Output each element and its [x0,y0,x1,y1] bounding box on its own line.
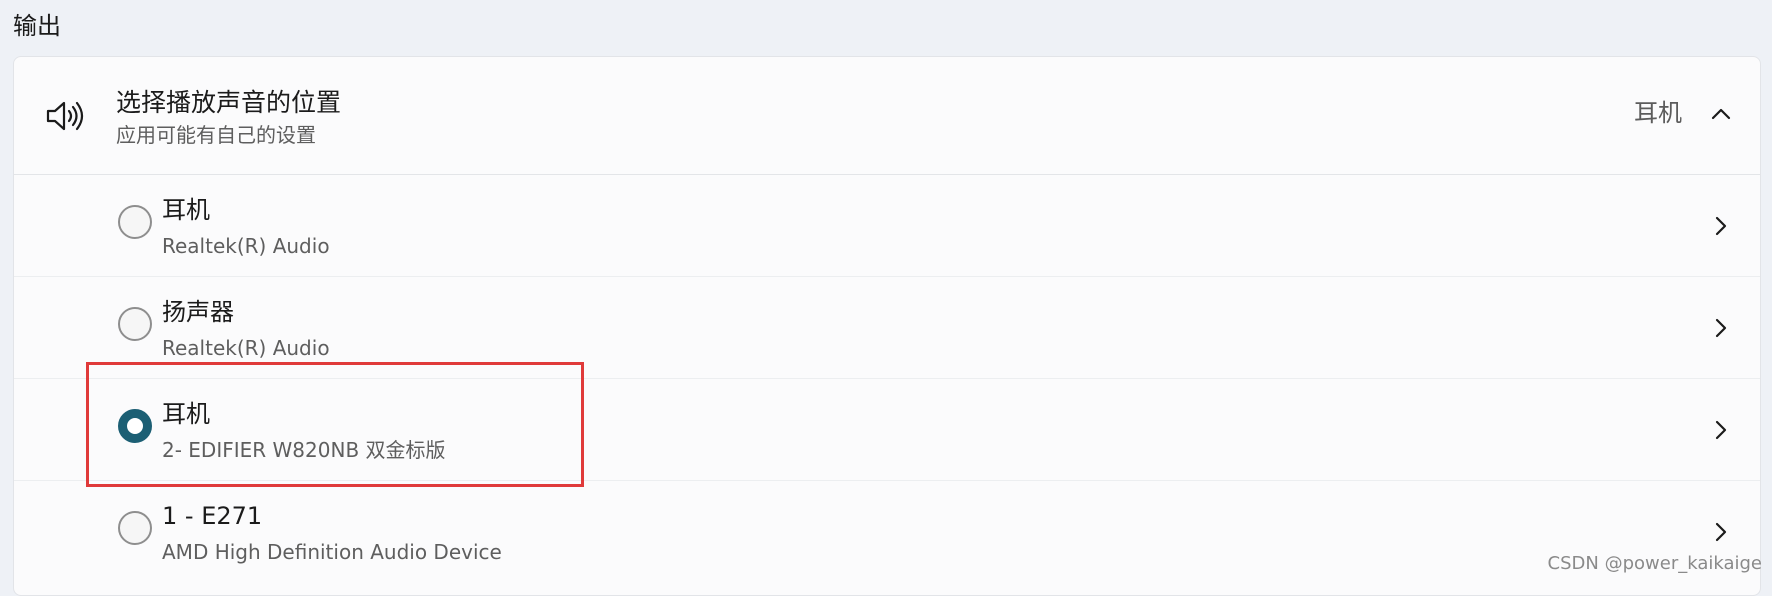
device-radio-button[interactable] [118,307,152,341]
section-title: 输出 [13,12,61,40]
device-row-selected[interactable]: 耳机 2- EDIFIER W820NB 双金标版 [14,379,1760,481]
device-detail: 2- EDIFIER W820NB 双金标版 [162,438,446,462]
speaker-icon [46,101,84,131]
device-radio-button-selected[interactable] [118,409,152,443]
watermark: CSDN @power_kaikaige [1547,553,1762,574]
output-settings-card: 选择播放声音的位置 应用可能有自己的设置 耳机 耳机 Realtek(R) Au… [13,56,1761,596]
output-device-selector-header[interactable]: 选择播放声音的位置 应用可能有自己的设置 耳机 [14,57,1760,175]
device-name: 耳机 [162,196,210,224]
chevron-right-icon[interactable] [1712,213,1730,239]
device-row[interactable]: 耳机 Realtek(R) Audio [14,175,1760,277]
device-detail: Realtek(R) Audio [162,336,330,360]
current-output-device: 耳机 [1634,99,1682,127]
device-radio-button[interactable] [118,511,152,545]
device-name: 扬声器 [162,298,234,326]
device-detail: Realtek(R) Audio [162,234,330,258]
output-card-title: 选择播放声音的位置 [116,88,342,117]
device-detail: AMD High Definition Audio Device [162,540,502,564]
output-card-subtitle: 应用可能有自己的设置 [116,123,316,147]
device-row[interactable]: 1 - E271 AMD High Definition Audio Devic… [14,481,1760,583]
device-name: 1 - E271 [162,502,263,530]
device-radio-button[interactable] [118,205,152,239]
device-row[interactable]: 扬声器 Realtek(R) Audio [14,277,1760,379]
device-name: 耳机 [162,400,210,428]
output-device-list: 耳机 Realtek(R) Audio 扬声器 Realtek(R) Audio… [14,175,1760,583]
chevron-up-icon[interactable] [1708,101,1734,127]
chevron-right-icon[interactable] [1712,519,1730,545]
chevron-right-icon[interactable] [1712,315,1730,341]
chevron-right-icon[interactable] [1712,417,1730,443]
